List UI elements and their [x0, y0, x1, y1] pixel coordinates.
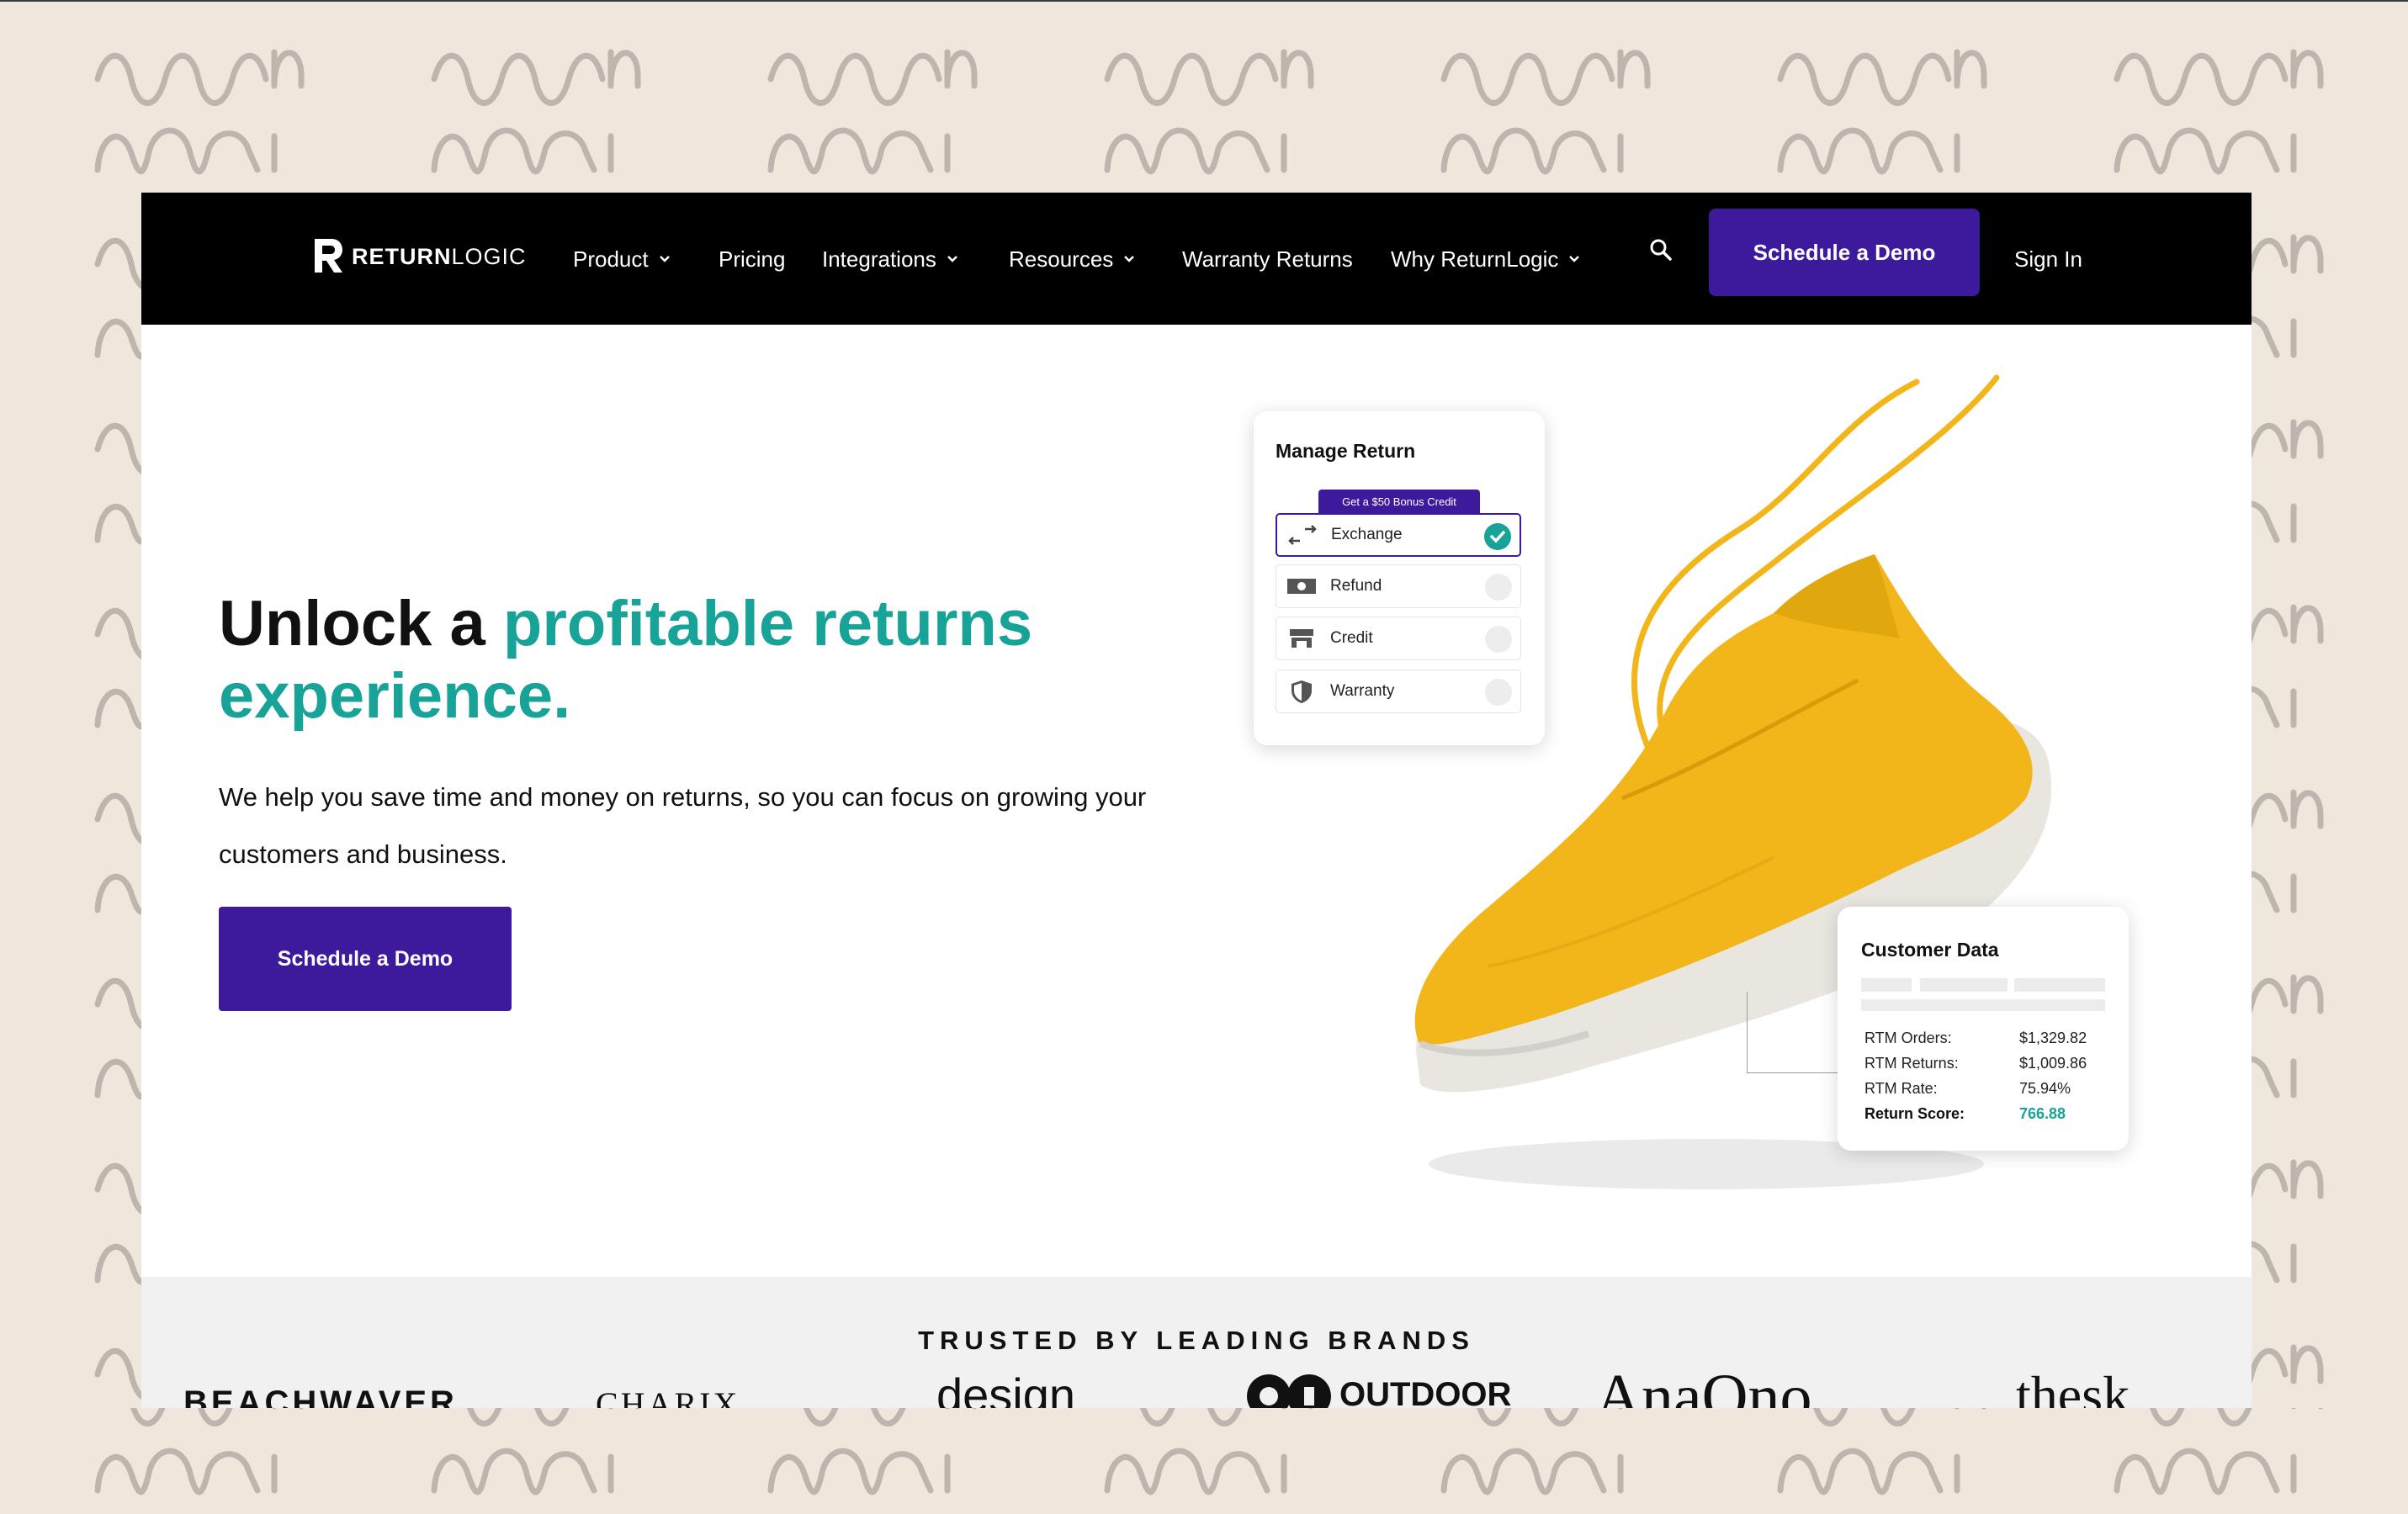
hero-title-dark: Unlock a: [219, 588, 503, 659]
radio-unchecked-icon[interactable]: [1485, 574, 1512, 601]
nav-warranty-returns[interactable]: Warranty Returns: [1182, 240, 1353, 278]
schedule-demo-nav-button[interactable]: Schedule a Demo: [1709, 209, 1980, 296]
website-frame: RETURNLOGIC Product Pricing Integrations…: [141, 193, 2252, 1408]
data-row-rtm-returns: RTM Returns: $1,009.86: [1864, 1055, 2108, 1077]
radio-unchecked-icon[interactable]: [1485, 626, 1512, 653]
bottom-background-band: [0, 1408, 2408, 1514]
brand-logo-anaono: AnaOno: [1595, 1362, 1812, 1408]
cash-icon: [1285, 574, 1318, 599]
chevron-down-icon: [1124, 256, 1135, 262]
brand-logo-outdoor-text: OUTDOOR: [1339, 1375, 1512, 1409]
manage-return-card: Manage Return Get a $50 Bonus Credit Exc…: [1254, 411, 1545, 745]
top-navigation-bar: RETURNLOGIC Product Pricing Integrations…: [141, 193, 2252, 325]
return-option-label: Refund: [1330, 577, 1382, 595]
logo-text-bold: RETURN: [352, 243, 452, 269]
wave-pattern-tile: [1444, 52, 1647, 172]
brand-logo-charix: CHARIX: [596, 1385, 740, 1408]
wave-pattern-tile: [434, 52, 638, 172]
nav-pricing-label: Pricing: [719, 246, 786, 272]
brand-logo-thesk: thesk: [2016, 1365, 2130, 1408]
logo-text-light: LOGIC: [451, 243, 527, 269]
placeholder-bar: [2014, 978, 2105, 992]
trusted-brands-heading: TRUSTED BY LEADING BRANDS: [918, 1326, 1475, 1355]
shield-icon: [1285, 679, 1318, 704]
data-row-value: $1,329.82: [2019, 1030, 2087, 1046]
wave-pattern-tile: [771, 52, 974, 172]
nav-resources-label: Resources: [1009, 246, 1114, 272]
wave-pattern-tile: [1780, 52, 1984, 172]
return-option-label: Credit: [1330, 629, 1373, 647]
exchange-arrows-icon: [1286, 522, 1319, 548]
nav-resources[interactable]: Resources: [1009, 240, 1135, 278]
brand-logo-outdoor: OUTDOOR: [1244, 1369, 1511, 1408]
return-option-warranty[interactable]: Warranty: [1276, 670, 1521, 713]
brand-logo-beachwaver: BEACHWAVER: [183, 1384, 458, 1408]
nav-integrations[interactable]: Integrations: [822, 240, 958, 278]
placeholder-bar: [1861, 978, 1912, 992]
store-icon: [1285, 626, 1318, 651]
nav-why-returnlogic-label: Why ReturnLogic: [1391, 246, 1559, 272]
nav-product[interactable]: Product: [573, 240, 671, 278]
data-row-return-score: Return Score: 766.88: [1864, 1105, 2108, 1127]
customer-data-title: Customer Data: [1861, 939, 1999, 961]
hero-subtitle: We help you save time and money on retur…: [219, 782, 1147, 869]
returnlogic-logo-mark-icon: [315, 239, 342, 273]
chevron-down-icon: [1569, 256, 1580, 262]
nav-warranty-returns-label: Warranty Returns: [1182, 246, 1353, 272]
data-row-key: Return Score:: [1864, 1105, 1965, 1122]
nav-pricing[interactable]: Pricing: [719, 240, 785, 278]
data-row-key: RTM Orders:: [1864, 1030, 1952, 1046]
nav-integrations-label: Integrations: [822, 246, 936, 272]
chevron-down-icon: [659, 256, 670, 262]
sign-in-link[interactable]: Sign In: [2014, 240, 2082, 278]
return-option-label: Warranty: [1330, 682, 1395, 700]
nav-product-label: Product: [573, 246, 649, 272]
hero-title: Unlock a profitable returns experience.: [219, 588, 1228, 733]
placeholder-bar: [1861, 999, 2105, 1011]
return-option-exchange[interactable]: Exchange: [1276, 513, 1521, 557]
wave-pattern-tile: [2117, 52, 2320, 172]
nav-why-returnlogic[interactable]: Why ReturnLogic: [1391, 240, 1580, 278]
manage-return-title: Manage Return: [1276, 440, 1416, 462]
radio-checked-icon[interactable]: [1484, 523, 1511, 550]
customer-data-card: Customer Data RTM Orders: $1,329.82 RTM …: [1838, 907, 2129, 1151]
return-option-credit[interactable]: Credit: [1276, 617, 1521, 660]
return-option-label: Exchange: [1331, 526, 1403, 543]
wave-pattern-tile: [1107, 52, 1311, 172]
data-row-value: $1,009.86: [2019, 1055, 2087, 1072]
brand-logo-design: design: [936, 1368, 1076, 1408]
trusted-brands-section: TRUSTED BY LEADING BRANDS BEACHWAVER CHA…: [141, 1277, 2252, 1408]
placeholder-bar: [1920, 978, 2008, 992]
data-row-key: RTM Returns:: [1864, 1055, 1959, 1072]
bonus-credit-badge: Get a $50 Bonus Credit: [1318, 490, 1480, 513]
return-option-refund[interactable]: Refund: [1276, 564, 1521, 608]
connector-line: [1747, 992, 1840, 1073]
schedule-demo-hero-button[interactable]: Schedule a Demo: [219, 907, 512, 1011]
wave-pattern-tile: [98, 52, 301, 172]
data-row-rtm-orders: RTM Orders: $1,329.82: [1864, 1030, 2108, 1051]
data-row-value: 766.88: [2019, 1105, 2066, 1122]
data-row-value: 75.94%: [2019, 1080, 2071, 1097]
outdoor-od-mark-icon: [1247, 1374, 1331, 1408]
search-icon[interactable]: [1647, 236, 1676, 265]
data-row-rtm-rate: RTM Rate: 75.94%: [1864, 1080, 2108, 1102]
returnlogic-logo[interactable]: RETURNLOGIC: [311, 231, 527, 282]
window-top-border: [0, 0, 2408, 2]
data-row-key: RTM Rate:: [1864, 1080, 1938, 1097]
radio-unchecked-icon[interactable]: [1485, 679, 1512, 706]
chevron-down-icon: [947, 256, 957, 262]
